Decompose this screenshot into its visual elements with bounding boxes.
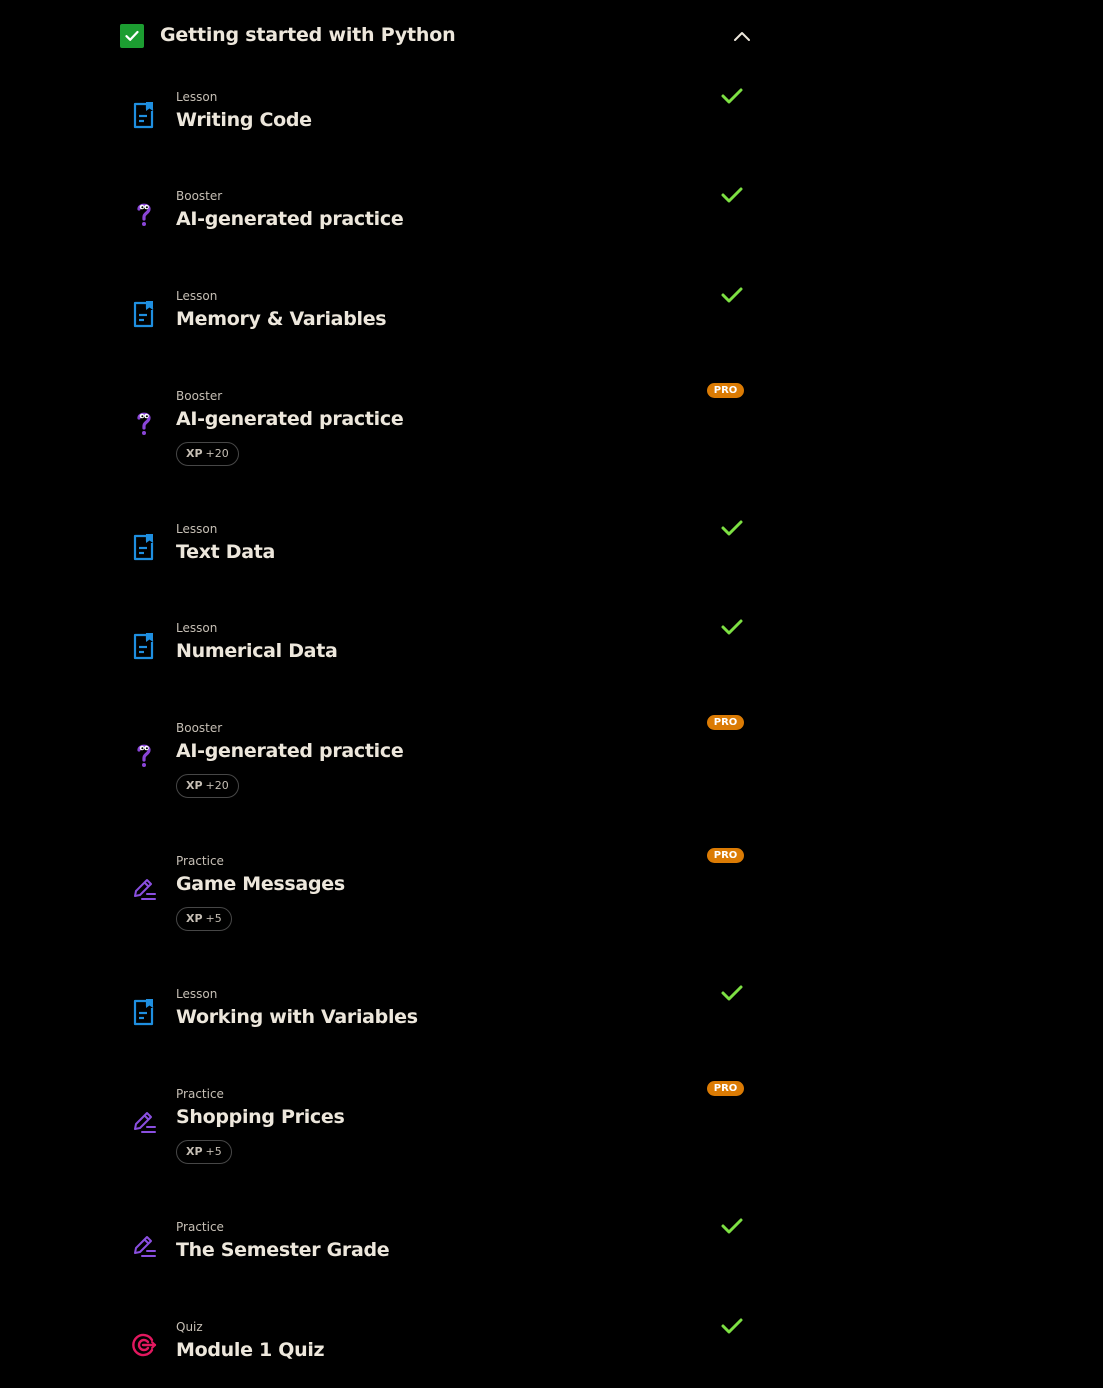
module-completed-checkbox [120, 24, 144, 48]
practice-pencil-icon [130, 874, 158, 902]
item-title: The Semester Grade [176, 1239, 390, 1261]
item-type-label: Booster [176, 389, 223, 403]
xp-reward-badge: XP +20 [176, 442, 239, 466]
completed-check-icon [720, 285, 744, 305]
xp-reward-badge: XP +5 [176, 1140, 232, 1164]
xp-label: XP [186, 912, 203, 925]
item-title: Memory & Variables [176, 308, 387, 330]
completed-check-icon [720, 518, 744, 538]
checkmark-icon [125, 30, 139, 41]
item-type-label: Practice [176, 1220, 224, 1234]
pro-badge: PRO [707, 848, 744, 863]
completed-check-icon [720, 86, 744, 106]
pro-badge: PRO [707, 715, 744, 730]
booster-question-icon [130, 741, 158, 769]
practice-pencil-icon [130, 1231, 158, 1259]
xp-label: XP [186, 1145, 203, 1158]
item-title: Text Data [176, 541, 276, 563]
completed-check-icon [720, 1316, 744, 1336]
completed-check-icon [720, 617, 744, 637]
item-title: AI-generated practice [176, 408, 404, 430]
item-type-label: Lesson [176, 90, 218, 104]
lesson-icon [130, 300, 158, 328]
item-type-label: Lesson [176, 289, 218, 303]
item-type-label: Booster [176, 189, 223, 203]
booster-question-icon [130, 200, 158, 228]
item-type-label: Lesson [176, 987, 218, 1001]
completed-check-icon [720, 1216, 744, 1236]
module-header[interactable]: Getting started with Python [120, 22, 760, 50]
xp-reward-badge: XP +5 [176, 907, 232, 931]
lesson-icon [130, 998, 158, 1026]
quiz-target-icon [130, 1331, 158, 1359]
item-type-label: Lesson [176, 621, 218, 635]
lesson-icon [130, 101, 158, 129]
xp-label: XP [186, 779, 203, 792]
item-title: Game Messages [176, 873, 345, 895]
practice-pencil-icon [130, 1107, 158, 1135]
pro-badge: PRO [707, 1081, 744, 1096]
booster-question-icon [130, 409, 158, 437]
xp-value: +20 [205, 779, 229, 792]
xp-label: XP [186, 447, 203, 460]
item-title: Writing Code [176, 109, 312, 131]
item-title: Module 1 Quiz [176, 1339, 325, 1361]
item-type-label: Lesson [176, 522, 218, 536]
item-type-label: Quiz [176, 1320, 203, 1334]
xp-value: +20 [205, 447, 229, 460]
completed-check-icon [720, 983, 744, 1003]
item-title: AI-generated practice [176, 740, 404, 762]
pro-badge: PRO [707, 383, 744, 398]
item-title: AI-generated practice [176, 208, 404, 230]
lesson-icon [130, 533, 158, 561]
collapse-chevron-up-icon[interactable] [730, 26, 754, 46]
xp-reward-badge: XP +20 [176, 774, 239, 798]
item-title: Shopping Prices [176, 1106, 345, 1128]
item-type-label: Booster [176, 721, 223, 735]
completed-check-icon [720, 185, 744, 205]
xp-value: +5 [205, 1145, 222, 1158]
xp-value: +5 [205, 912, 222, 925]
lesson-icon [130, 632, 158, 660]
item-type-label: Practice [176, 1087, 224, 1101]
item-title: Numerical Data [176, 640, 338, 662]
module-title: Getting started with Python [160, 24, 456, 46]
item-type-label: Practice [176, 854, 224, 868]
item-title: Working with Variables [176, 1006, 418, 1028]
